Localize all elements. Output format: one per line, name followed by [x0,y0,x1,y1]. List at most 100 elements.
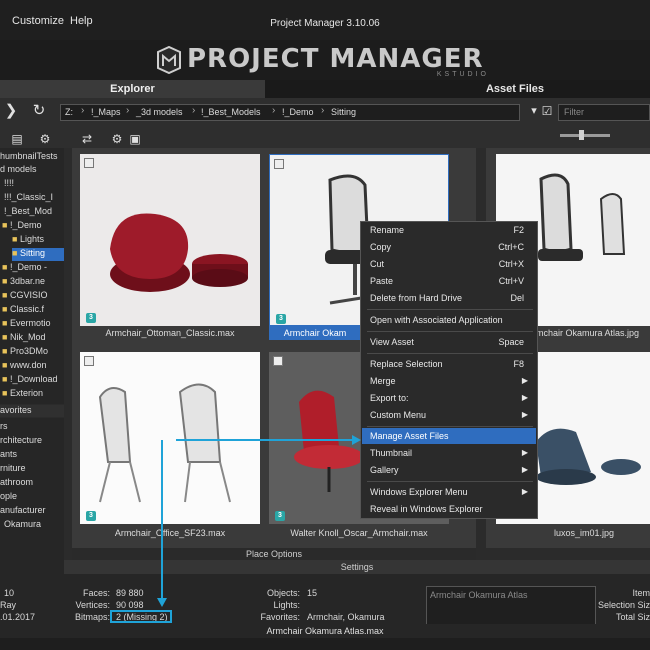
asset-thumbnail[interactable]: 3 [80,154,260,326]
objects-value: 15 [307,588,318,598]
tree-item-label: Sitting [19,248,45,258]
favorite-item[interactable]: rchitecture [0,435,42,448]
thumbnail-caption[interactable]: Armchair_Office_SF23.max [80,526,260,540]
main-tabs: Explorer Asset Files [0,80,650,98]
favorite-item[interactable]: Okamura [4,519,41,532]
tree-item[interactable]: d models [0,164,37,177]
tree-item[interactable]: ■ !_Demo [2,220,41,233]
crumb-separator: › [126,105,130,116]
tree-item[interactable]: ■ Classic.f [2,304,44,317]
favorite-item[interactable]: ants [0,449,17,462]
settings-bar[interactable]: Settings [64,560,650,574]
refresh-icon[interactable]: ↻ [30,102,48,120]
menu-item-thumbnail[interactable]: Thumbnail ▶ [362,445,536,461]
crumb-best-models[interactable]: !_Best_Models [201,107,261,117]
favorite-item[interactable]: rniture [0,463,26,476]
favorite-item[interactable]: anufacturer [0,505,46,518]
asset-thumbnail[interactable]: 3 [80,352,260,524]
crumb-demo[interactable]: !_Demo [282,107,314,117]
menu-separator [367,481,533,482]
path-breadcrumb[interactable]: Z: › !_Maps › _3d models › !_Best_Models… [60,104,520,121]
tree-item[interactable]: ■ CGVISIO [2,290,47,303]
tree-item[interactable]: ■ !_Download [2,374,57,387]
vertices-value: 90 098 [116,600,144,610]
menu-item-replace-selection[interactable]: Replace Selection F8 [362,356,536,372]
thumbnail-size-slider[interactable] [560,134,610,137]
place-options-bar[interactable]: Place Options [72,548,476,560]
tree-item[interactable]: ■ Nik_Mod [2,332,45,345]
tree-item[interactable]: ■ www.don [2,360,46,373]
submenu-arrow-icon: ▶ [521,487,528,496]
crumb-drive[interactable]: Z: [65,107,73,117]
menu-item-open-with[interactable]: Open with Associated Application [362,312,536,328]
armchair-office-image [98,383,231,503]
favorite-item[interactable]: ople [0,491,17,504]
folder-icon: ■ [2,262,8,272]
tree-item[interactable]: ■ Exterion [2,388,43,401]
filter-options-icon[interactable]: ☑ [538,102,556,120]
menu-item-label: Paste [370,276,394,286]
menu-item-view-asset[interactable]: View Asset Space [362,334,536,350]
thumbnail-caption-selected[interactable]: Armchair Okam [269,326,361,340]
favorite-item[interactable]: athroom [0,477,33,490]
tree-item[interactable]: ■ 3dbar.ne [2,276,45,289]
favorites-header[interactable]: avorites [0,405,64,417]
menu-item-copy[interactable]: Copy Ctrl+C [362,239,536,255]
thumbnail-caption[interactable]: Walter Knoll_Oscar_Armchair.max [269,526,449,540]
tree-item[interactable]: ■ Evermotio [2,318,50,331]
menu-item-label: Reveal in Windows Explorer [370,504,483,514]
forward-icon[interactable]: ❯ [2,102,20,120]
file-type-icon [274,159,284,169]
asset-info-textbox[interactable]: Armchair Okamura Atlas [426,586,596,626]
menu-item-label: Rename [370,225,405,235]
tree-item[interactable]: !!!! [4,178,14,191]
armchair-ottoman-image [110,213,248,292]
tree-item-selected[interactable]: ■ Sitting [12,248,64,261]
menu-item-custom-menu[interactable]: Custom Menu ▶ [362,407,536,423]
menu-item-cut[interactable]: Cut Ctrl+X [362,256,536,272]
tab-asset-files[interactable]: Asset Files [380,80,650,98]
filter-input[interactable]: Filter [558,104,650,121]
tree-item[interactable]: !_Best_Mod [4,206,52,219]
tree-item[interactable]: ■ !_Demo - [2,262,47,275]
objects-label: Objects: [266,588,300,598]
menu-item-label: Copy [370,242,392,252]
lights-label: Lights: [273,600,300,610]
crumb-sitting[interactable]: Sitting [331,107,356,117]
submenu-arrow-icon: ▶ [521,393,528,402]
menu-item-windows-explorer-menu[interactable]: Windows Explorer Menu ▶ [362,484,536,500]
current-filename: Armchair Okamura Atlas.max [0,624,650,638]
objects-icon[interactable]: ▣ [126,130,144,148]
tree-item-label: www.don [9,360,47,370]
menu-item-merge[interactable]: Merge ▶ [362,373,536,389]
menu-item-gallery[interactable]: Gallery ▶ [362,462,536,478]
thumbnail-caption[interactable]: Armchair_Ottoman_Classic.max [80,326,260,340]
crumb-maps[interactable]: !_Maps [91,107,121,117]
gear-icon[interactable]: ⚙ [36,130,54,148]
sync-icon[interactable]: ⇄ [78,130,96,148]
crumb-separator: › [81,105,85,116]
asset-file-caption[interactable]: luxos_im01.jpg [496,526,650,540]
menu-item-delete[interactable]: Delete from Hard Drive Del [362,290,536,306]
layout-icon[interactable]: ▤ [8,130,26,148]
tree-item-label: 3dbar.ne [9,276,45,286]
tree-item[interactable]: ■ Lights [12,234,44,247]
menu-item-rename[interactable]: Rename F2 [362,222,536,238]
settings-icon[interactable]: ⚙ [108,130,126,148]
menu-item-export-to[interactable]: Export to: ▶ [362,390,536,406]
tree-item[interactable]: ■ Pro3DMo [2,346,48,359]
menu-item-paste[interactable]: Paste Ctrl+V [362,273,536,289]
favorite-item[interactable]: rs [0,421,8,434]
bottom-edge [0,638,650,650]
tab-explorer[interactable]: Explorer [0,80,265,98]
tree-item[interactable]: !!!_Classic_I [4,192,53,205]
menu-item-manage-asset-files[interactable]: Manage Asset Files [362,428,536,444]
folder-icon: ■ [12,248,18,258]
slider-thumb[interactable] [579,130,584,140]
app-logo: PROJECT MANAGER KSTUDIO [155,44,495,78]
tree-item[interactable]: humbnailTests [0,151,58,164]
max-file-badge: 3 [86,511,96,521]
favorites-list: rs rchitecture ants rniture athroom ople… [0,418,64,578]
crumb-3d-models[interactable]: _3d models [136,107,183,117]
menu-item-reveal-in-explorer[interactable]: Reveal in Windows Explorer [362,501,536,517]
